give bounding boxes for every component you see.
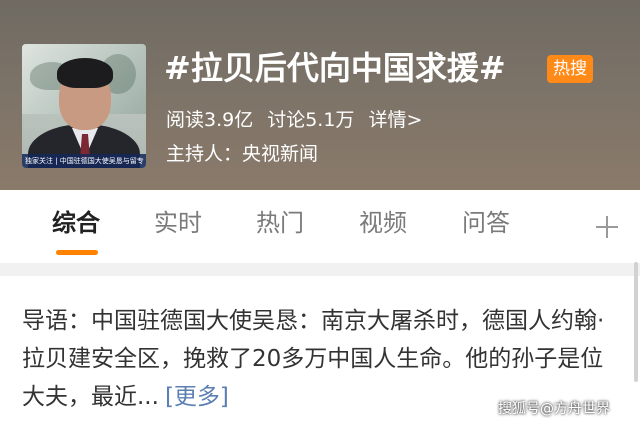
topic-thumbnail[interactable]: 独家关注 | 中国驻德国大使吴恳与留专 — [22, 44, 146, 168]
topic-stats: 阅读3.9亿 讨论5.1万 详情> — [166, 106, 422, 134]
scrollbar[interactable] — [634, 262, 638, 382]
source-watermark: 搜狐号@方舟世界 — [498, 401, 610, 417]
tab-comprehensive[interactable]: 综合 — [52, 206, 100, 240]
more-link[interactable]: [更多] — [165, 384, 229, 410]
thumbnail-person-hair — [57, 58, 113, 88]
tab-bar: 综合 实时 热门 视频 问答 — [0, 190, 640, 263]
details-link[interactable]: 详情> — [368, 109, 422, 131]
active-tab-indicator — [56, 250, 98, 255]
plus-icon[interactable] — [594, 214, 620, 240]
topic-header: 独家关注 | 中国驻德国大使吴恳与留专 #拉贝后代向中国求援# 热搜 阅读3.9… — [0, 0, 640, 190]
intro-body: 导语：中国驻德国大使吴恳：南京大屠杀时，德国人约翰·拉贝建安全区，挽救了20多万… — [22, 308, 605, 410]
tab-qa[interactable]: 问答 — [462, 206, 510, 240]
tab-realtime[interactable]: 实时 — [154, 206, 202, 240]
read-count: 阅读3.9亿 — [166, 109, 254, 131]
thumbnail-caption: 独家关注 | 中国驻德国大使吴恳与留专 — [22, 154, 146, 168]
topic-page: 独家关注 | 中国驻德国大使吴恳与留专 #拉贝后代向中国求援# 热搜 阅读3.9… — [0, 0, 640, 428]
topic-host: 主持人：央视新闻 — [166, 143, 319, 165]
tab-popular[interactable]: 热门 — [256, 206, 304, 240]
discussion-count: 讨论5.1万 — [267, 109, 355, 131]
hot-search-badge: 热搜 — [547, 55, 593, 83]
tab-video[interactable]: 视频 — [359, 206, 407, 240]
topic-title: #拉贝后代向中国求援# — [164, 49, 506, 87]
